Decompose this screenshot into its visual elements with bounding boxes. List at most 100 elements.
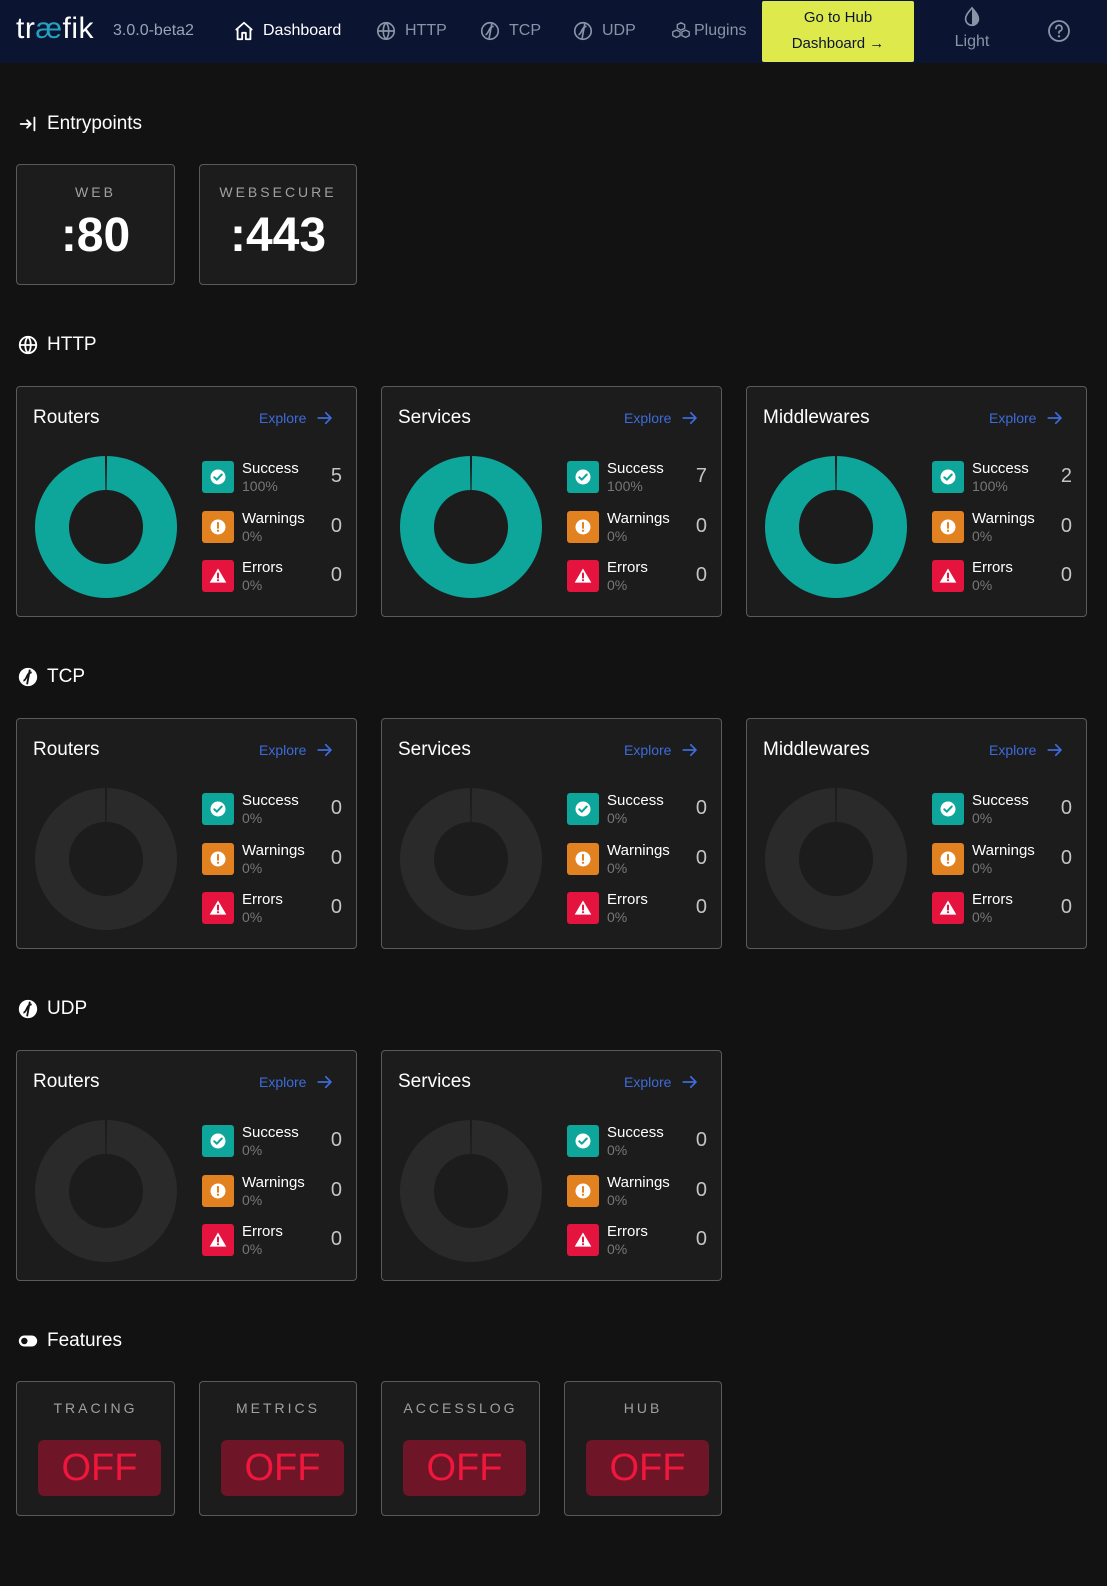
card-title: Middlewares (763, 739, 870, 760)
explore-label: Explore (624, 1074, 672, 1090)
warnings-badge (567, 843, 599, 875)
stat-percent: 0% (972, 810, 993, 826)
entrypoint-card-web: WEB :80 (16, 164, 175, 285)
stat-label: Errors (607, 1223, 648, 1240)
stat-percent: 0% (607, 528, 628, 544)
arrow-right-icon (317, 743, 333, 757)
stat-row-success[interactable]: Success 100% 7 (567, 459, 707, 495)
feature-card-accesslog: ACCESSLOG OFF (381, 1381, 540, 1516)
stat-row-warnings[interactable]: Warnings 0% 0 (567, 1173, 707, 1209)
stat-row-warnings[interactable]: Warnings 0% 0 (932, 509, 1072, 545)
explore-link[interactable]: Explore (259, 741, 334, 759)
stat-row-success[interactable]: Success 0% 0 (567, 791, 707, 827)
stat-row-success[interactable]: Success 0% 0 (932, 791, 1072, 827)
stat-row-warnings[interactable]: Warnings 0% 0 (567, 509, 707, 545)
arrow-right-icon (1047, 743, 1063, 757)
explore-label: Explore (259, 1074, 307, 1090)
stat-percent: 0% (242, 810, 263, 826)
feature-card-metrics: METRICS OFF (199, 1381, 357, 1516)
errors-badge (567, 1224, 599, 1256)
stat-row-success[interactable]: Success 0% 0 (567, 1123, 707, 1159)
udp-heading: UDP (17, 998, 87, 1020)
explore-link[interactable]: Explore (989, 741, 1064, 759)
stat-row-errors[interactable]: Errors 0% 0 (932, 558, 1072, 594)
explore-link[interactable]: Explore (624, 1073, 699, 1091)
logo-text-suffix: fik (62, 12, 95, 45)
warning-circle-icon (210, 519, 226, 535)
stat-row-errors[interactable]: Errors 0% 0 (202, 890, 342, 926)
stat-row-success[interactable]: Success 100% 5 (202, 459, 342, 495)
status-donut-chart (765, 788, 907, 930)
errors-badge (567, 892, 599, 924)
stat-row-success[interactable]: Success 100% 2 (932, 459, 1072, 495)
warnings-badge (202, 1175, 234, 1207)
explore-link[interactable]: Explore (259, 1073, 334, 1091)
stat-percent: 0% (242, 577, 263, 593)
stat-row-errors[interactable]: Errors 0% 0 (202, 558, 342, 594)
check-circle-icon (210, 1133, 226, 1149)
feature-status-badge: OFF (586, 1440, 709, 1496)
stat-row-success[interactable]: Success 0% 0 (202, 1123, 342, 1159)
warning-circle-icon (210, 851, 226, 867)
contrast-icon (964, 6, 980, 27)
stat-count: 0 (1060, 564, 1072, 586)
stat-count: 0 (695, 1179, 707, 1201)
feature-name: HUB (623, 1400, 663, 1416)
explore-label: Explore (259, 742, 307, 758)
go-to-hub-button[interactable]: Go to Hub Dashboard → (762, 1, 914, 62)
nav-http[interactable]: HTTP (375, 18, 447, 44)
nav-tcp-label: TCP (509, 22, 541, 39)
stat-row-warnings[interactable]: Warnings 0% 0 (202, 841, 342, 877)
errors-badge (202, 1224, 234, 1256)
explore-link[interactable]: Explore (624, 741, 699, 759)
nav-udp[interactable]: UDP (572, 18, 636, 44)
success-badge (932, 461, 964, 493)
nav-tcp[interactable]: TCP (479, 18, 541, 44)
explore-label: Explore (989, 742, 1037, 758)
warning-circle-icon (575, 1183, 591, 1199)
http-title: HTTP (47, 334, 97, 355)
tcp-card-0: Routers Explore Success 0% 0 Warnings 0% 0 Error… (16, 718, 357, 949)
feature-status-badge: OFF (221, 1440, 344, 1496)
explore-link[interactable]: Explore (259, 409, 334, 427)
card-title: Routers (33, 739, 100, 760)
stat-count: 0 (1060, 515, 1072, 537)
udp-icon (18, 999, 38, 1019)
arrow-right-icon (682, 743, 698, 757)
donut-slice-success (35, 456, 177, 598)
toggle-icon (18, 1335, 38, 1347)
explore-link[interactable]: Explore (989, 409, 1064, 427)
http-card-2: Middlewares Explore Success 100% 2 Warnings 0%… (746, 386, 1087, 617)
warnings-badge (932, 511, 964, 543)
nav-plugins[interactable]: Plugins (670, 18, 746, 44)
help-icon[interactable] (1047, 19, 1071, 43)
entrypoint-port: :80 (60, 209, 131, 262)
stat-row-errors[interactable]: Errors 0% 0 (567, 890, 707, 926)
stat-row-warnings[interactable]: Warnings 0% 0 (202, 1173, 342, 1209)
stat-percent: 0% (607, 1192, 628, 1208)
nav-dashboard[interactable]: Dashboard (233, 18, 341, 44)
stat-percent: 0% (607, 1241, 628, 1257)
donut-slice-empty (400, 788, 542, 930)
stat-row-errors[interactable]: Errors 0% 0 (932, 890, 1072, 926)
stat-label: Errors (242, 559, 283, 576)
stat-row-errors[interactable]: Errors 0% 0 (202, 1222, 342, 1258)
traefik-logo[interactable]: træfik (16, 12, 94, 46)
stat-row-warnings[interactable]: Warnings 0% 0 (567, 841, 707, 877)
stat-percent: 0% (972, 577, 993, 593)
stat-row-success[interactable]: Success 0% 0 (202, 791, 342, 827)
globe-icon (18, 335, 38, 355)
warnings-badge (202, 843, 234, 875)
theme-toggle-button[interactable]: Light (942, 5, 1002, 57)
stat-row-errors[interactable]: Errors 0% 0 (567, 558, 707, 594)
feature-card-hub: HUB OFF (564, 1381, 722, 1516)
udp-card-1: Services Explore Success 0% 0 Warnings 0% 0 Erro… (381, 1050, 722, 1281)
feature-name: METRICS (236, 1400, 320, 1416)
error-triangle-icon (939, 568, 957, 583)
stat-row-warnings[interactable]: Warnings 0% 0 (932, 841, 1072, 877)
error-triangle-icon (574, 900, 592, 915)
explore-link[interactable]: Explore (624, 409, 699, 427)
stat-label: Errors (242, 1223, 283, 1240)
stat-row-errors[interactable]: Errors 0% 0 (567, 1222, 707, 1258)
stat-row-warnings[interactable]: Warnings 0% 0 (202, 509, 342, 545)
